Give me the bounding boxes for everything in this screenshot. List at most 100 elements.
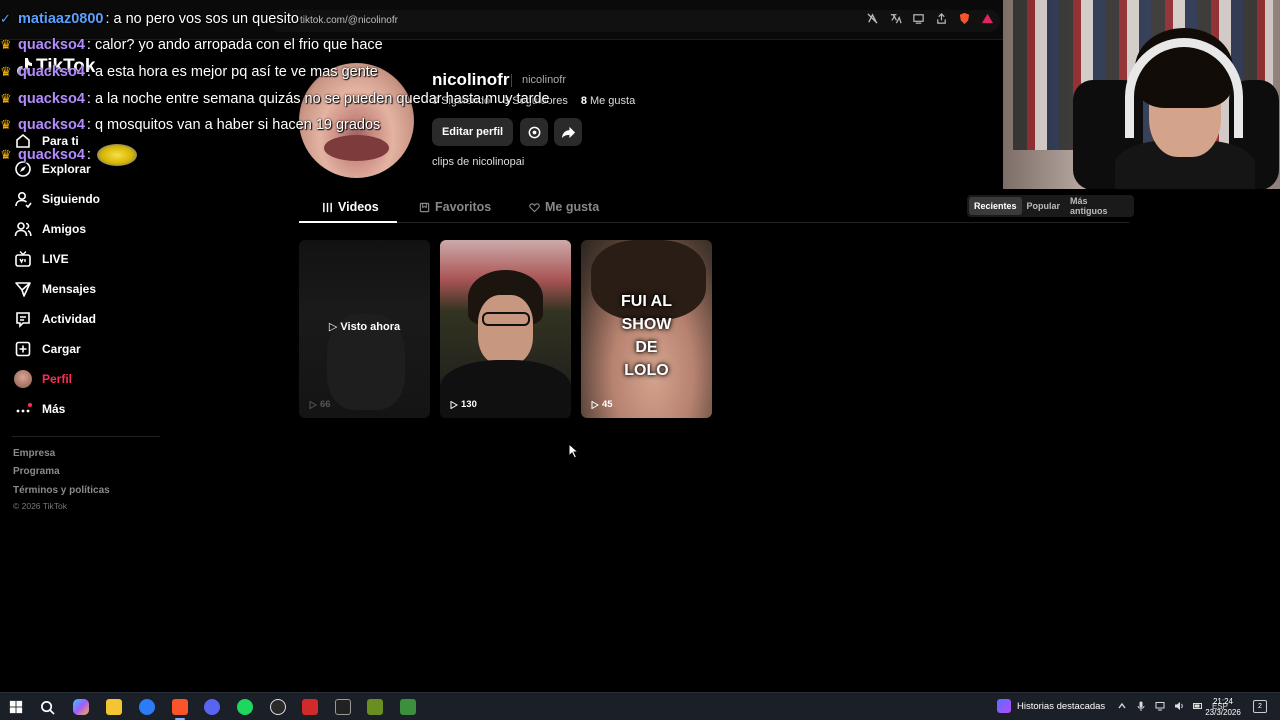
brave-shield-icon[interactable]: [958, 12, 971, 25]
chat-username: quackso4: [18, 91, 85, 107]
sidebar-item-para-ti[interactable]: Para ti: [14, 132, 79, 150]
video-overlay-text: FUI AL SHOW DE LOLO: [621, 293, 672, 379]
chevron-up-icon[interactable]: [1117, 701, 1127, 711]
sidebar-item-label: Cargar: [42, 342, 81, 356]
profile-avatar[interactable]: [299, 63, 414, 178]
spotify-icon[interactable]: [237, 699, 253, 715]
sidebar-item-explorar[interactable]: Explorar: [14, 160, 91, 178]
clock[interactable]: 21:24 23/3/2026: [1200, 696, 1246, 718]
copyright: © 2026 TikTok: [13, 501, 67, 511]
sidebar-item-cargar[interactable]: Cargar: [14, 340, 81, 358]
stat-me-gusta: 8 Me gusta: [580, 95, 636, 107]
upload-icon: [15, 341, 31, 357]
sort-recientes[interactable]: Recientes: [969, 197, 1022, 215]
windows-taskbar: Historias destacadas ESP 21:24 23/3/2026…: [0, 692, 1280, 720]
live-icon: [15, 251, 31, 267]
tiktok-note-icon: [17, 58, 32, 76]
discord-icon[interactable]: [204, 699, 220, 715]
search-icon[interactable]: [39, 699, 55, 715]
sidebar-item-label: LIVE: [42, 252, 69, 266]
heart-icon: [529, 202, 540, 212]
settings-button[interactable]: [520, 118, 548, 146]
url-text[interactable]: tiktok.com/@nicolinofr: [300, 15, 398, 26]
sidebar-item-label: Amigos: [42, 222, 87, 236]
messages-icon: [15, 282, 31, 297]
play-icon: [591, 400, 599, 409]
sidebar-item-label: Mensajes: [42, 282, 97, 296]
friends-icon: [14, 222, 32, 237]
epic-games-icon[interactable]: [335, 699, 351, 715]
view-count: 45: [591, 399, 613, 410]
crown-icon: ♛: [0, 91, 12, 106]
microphone-icon[interactable]: [1136, 701, 1146, 711]
cast-icon[interactable]: [912, 12, 925, 25]
logo-text: TikTok: [36, 56, 96, 77]
news-icon: [997, 699, 1011, 713]
stat-siguiendo[interactable]: 3 Siguiendo: [432, 95, 490, 107]
brave-rewards-icon[interactable]: [981, 12, 994, 25]
sidebar-item-siguiendo[interactable]: Siguiendo: [14, 190, 100, 208]
sidebar-item-perfil[interactable]: Perfil: [14, 370, 72, 388]
minecraft-icon[interactable]: [400, 699, 416, 715]
browser-toolbar: [0, 0, 1003, 40]
sidebar-item-live[interactable]: LIVE: [14, 250, 69, 268]
profile-bio: clips de nicolinopai: [432, 156, 525, 168]
footer-link-terminos[interactable]: Términos y políticas: [13, 485, 110, 496]
share-profile-button[interactable]: [554, 118, 582, 146]
footer-link-programa[interactable]: Programa: [13, 466, 60, 477]
following-icon: [15, 191, 32, 208]
name-divider: [511, 74, 512, 87]
tab-me-gusta[interactable]: Me gusta: [529, 200, 599, 214]
network-icon[interactable]: [1155, 701, 1165, 711]
sidebar-item-label: Más: [42, 402, 66, 416]
sort-popular[interactable]: Popular: [1022, 197, 1066, 215]
no-translate-icon[interactable]: [866, 12, 879, 25]
watched-now-label: ▷ Visto ahora: [328, 321, 401, 333]
grid-icon: [323, 202, 332, 212]
home-icon: [16, 133, 30, 148]
file-explorer-icon[interactable]: [106, 699, 122, 715]
brave-icon[interactable]: [172, 699, 188, 720]
avatar: [14, 370, 32, 388]
video-card[interactable]: ▷ Visto ahora 66: [299, 240, 430, 418]
news-widget[interactable]: Historias destacadas: [997, 699, 1105, 713]
volume-icon[interactable]: [1174, 701, 1184, 711]
play-icon: [450, 400, 458, 409]
sidebar-item-amigos[interactable]: Amigos: [14, 220, 86, 238]
chat-username: quackso4: [18, 117, 85, 133]
activity-icon: [16, 312, 30, 328]
sidebar-divider: [12, 436, 160, 437]
sort-segmented-control: Recientes Popular Más antiguos: [967, 195, 1134, 217]
play-icon: [309, 400, 317, 409]
edit-profile-button[interactable]: Editar perfil: [432, 118, 513, 146]
tab-videos[interactable]: Videos: [322, 200, 379, 214]
mouse-cursor-icon: [568, 443, 580, 459]
sort-mas-antiguos[interactable]: Más antiguos: [1065, 196, 1132, 216]
sidebar-item-label: Siguiendo: [42, 192, 100, 206]
tab-favoritos[interactable]: Favoritos: [419, 200, 491, 214]
video-card[interactable]: 130: [440, 240, 571, 418]
footer-link-empresa[interactable]: Empresa: [13, 448, 55, 459]
copilot-icon[interactable]: [73, 699, 89, 715]
translate-icon[interactable]: [889, 12, 902, 25]
sidebar-item-mensajes[interactable]: Mensajes: [14, 280, 96, 298]
profile-stats: 3 Siguiendo 3 Seguidores 8 Me gusta: [432, 95, 635, 107]
minion-emote: [96, 144, 137, 166]
profile-username: nicolinofr: [432, 70, 510, 89]
share-icon[interactable]: [935, 12, 948, 25]
chrome-icon[interactable]: [139, 699, 155, 715]
obs-icon[interactable]: [270, 699, 286, 715]
windows-start-icon[interactable]: [8, 699, 24, 715]
crown-icon: ♛: [0, 64, 12, 79]
sidebar-item-actividad[interactable]: Actividad: [14, 310, 96, 328]
sidebar-item-label: Para ti: [42, 134, 79, 148]
video-card[interactable]: FUI AL SHOW DE LOLO 45: [581, 240, 712, 418]
stat-seguidores[interactable]: 3 Seguidores: [503, 95, 568, 107]
sidebar-item-mas[interactable]: Más: [14, 400, 65, 418]
app-icon[interactable]: [367, 699, 383, 715]
tiktok-logo[interactable]: TikTok: [15, 56, 95, 78]
webcam-overlay: [1003, 0, 1280, 189]
notification-center-icon[interactable]: 2: [1253, 700, 1267, 713]
compass-icon: [15, 161, 31, 177]
video-editor-icon[interactable]: [302, 699, 318, 715]
